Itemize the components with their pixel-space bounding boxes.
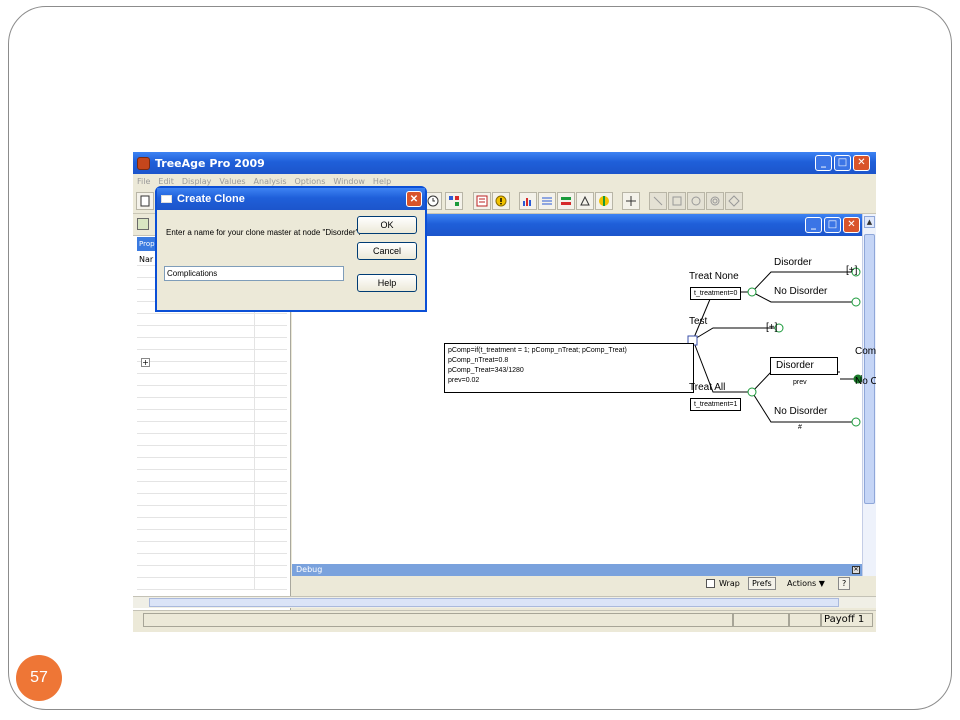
horizontal-scroll-thumb[interactable] <box>149 598 839 607</box>
status-cell <box>789 613 821 627</box>
markov-icon[interactable] <box>445 192 463 210</box>
prefs-button[interactable]: Prefs <box>748 577 776 590</box>
chance-node-icon[interactable] <box>687 192 705 210</box>
decision-node-icon[interactable] <box>668 192 686 210</box>
menu-edit[interactable]: Edit <box>158 177 174 186</box>
selected-disorder-node[interactable]: Disorder <box>770 357 838 375</box>
report-icon[interactable] <box>473 192 491 210</box>
horizontal-scrollbar[interactable] <box>133 596 876 608</box>
app-titlebar[interactable]: TreeAge Pro 2009 _ □ ✕ <box>133 152 876 174</box>
treat-all-definition[interactable]: t_treatment=1 <box>690 398 742 411</box>
debug-help-button[interactable]: ? <box>838 577 851 590</box>
definition-line: prev=0.02 <box>448 377 480 384</box>
warning-icon[interactable] <box>492 192 510 210</box>
tree-close-button[interactable]: ✕ <box>843 217 860 233</box>
tree-minimize-button[interactable]: _ <box>805 217 822 233</box>
clone-name-input[interactable]: Complications <box>164 266 344 281</box>
no-disorder-all-terminal-node[interactable] <box>851 417 861 427</box>
slide-number-badge: 57 <box>16 655 62 701</box>
shapes-icon[interactable] <box>576 192 594 210</box>
treat-none-chance-node[interactable] <box>747 287 757 297</box>
menu-file[interactable]: File <box>137 177 150 186</box>
menu-window[interactable]: Window <box>333 177 365 186</box>
wrap-label: Wrap <box>719 579 740 588</box>
clone-reference-test: [+] <box>766 322 778 333</box>
debug-close-icon[interactable]: ✕ <box>852 566 860 574</box>
clone-reference-disorder: [+] <box>846 265 858 276</box>
branch-line-icon[interactable] <box>649 192 667 210</box>
branch-no-disorder-all[interactable]: No Disorder <box>774 406 827 417</box>
branch-no-disorder-none[interactable]: No Disorder <box>774 286 827 297</box>
branch-disorder-none[interactable]: Disorder <box>774 257 812 268</box>
status-cell <box>733 613 789 627</box>
branch-treat-none[interactable]: Treat None <box>689 271 739 282</box>
branch-test[interactable]: Test <box>689 316 707 327</box>
definition-line: pComp_Treat=343/1280 <box>448 367 524 374</box>
minimize-button[interactable]: _ <box>815 155 832 171</box>
menu-display[interactable]: Display <box>182 177 212 186</box>
dialog-title: Create Clone <box>177 193 245 205</box>
treat-none-definition[interactable]: t_treatment=0 <box>690 287 742 300</box>
vertical-scrollbar[interactable]: ▲ <box>862 214 876 576</box>
app-logo-icon <box>137 156 150 170</box>
cancel-button[interactable]: Cancel <box>357 242 417 260</box>
debug-title: Debug <box>292 564 862 576</box>
menu-options[interactable]: Options <box>295 177 326 186</box>
scroll-up-icon[interactable]: ▲ <box>864 216 875 228</box>
sensitivity-icon[interactable] <box>538 192 556 210</box>
markov-node-icon[interactable] <box>706 192 724 210</box>
ok-button[interactable]: OK <box>357 216 417 234</box>
menu-help[interactable]: Help <box>373 177 391 186</box>
debug-toolbar: Wrap Prefs Actions ▼ ? <box>292 576 862 592</box>
dialog-close-icon[interactable]: ✕ <box>406 191 422 207</box>
menu-values[interactable]: Values <box>219 177 245 186</box>
treat-all-chance-node[interactable] <box>747 387 757 397</box>
scroll-thumb[interactable] <box>864 234 875 504</box>
sensitivity-2-icon[interactable] <box>557 192 575 210</box>
create-clone-dialog: Create Clone ✕ Enter a name for your clo… <box>155 186 427 312</box>
bar-chart-icon[interactable] <box>519 192 537 210</box>
debug-panel: Debug ✕ Wrap Prefs Actions ▼ ? <box>292 564 862 592</box>
branch-treat-all[interactable]: Treat All <box>689 382 725 393</box>
dialog-prompt: Enter a name for your clone master at no… <box>166 228 361 237</box>
actions-dropdown[interactable]: Actions ▼ <box>787 579 825 588</box>
new-document-icon[interactable] <box>136 192 154 210</box>
dialog-window-icon <box>161 195 172 203</box>
panel-icon <box>137 218 149 230</box>
variable-definitions[interactable]: pComp=if(t_treatment = 1; pComp_nTreat; … <box>444 343 694 393</box>
logic-node-icon[interactable] <box>725 192 743 210</box>
payoff-indicator[interactable]: Payoff 1 <box>821 613 873 627</box>
app-title: TreeAge Pro 2009 <box>155 156 265 170</box>
close-button[interactable]: ✕ <box>853 155 870 171</box>
status-bar: Payoff 1 <box>133 610 876 628</box>
maximize-button[interactable]: □ <box>834 155 851 171</box>
disorder-probability[interactable]: prev <box>793 379 807 386</box>
move-icon[interactable] <box>622 192 640 210</box>
tree-maximize-button[interactable]: □ <box>824 217 841 233</box>
no-disorder-probability[interactable]: # <box>798 424 802 431</box>
branch-complications[interactable]: Complications <box>855 346 876 357</box>
status-message <box>143 613 733 627</box>
expand-icon[interactable]: + <box>141 358 150 367</box>
wrap-checkbox[interactable] <box>706 579 715 588</box>
help-button[interactable]: Help <box>357 274 417 292</box>
definition-line: pComp=if(t_treatment = 1; pComp_nTreat; … <box>448 347 627 354</box>
color-icon[interactable] <box>595 192 613 210</box>
dialog-titlebar[interactable]: Create Clone ✕ <box>157 188 425 210</box>
branch-no-complications[interactable]: No Complications <box>855 376 876 387</box>
definition-line: pComp_nTreat=0.8 <box>448 357 509 364</box>
no-disorder-terminal-node[interactable] <box>851 297 861 307</box>
menu-analysis[interactable]: Analysis <box>254 177 287 186</box>
